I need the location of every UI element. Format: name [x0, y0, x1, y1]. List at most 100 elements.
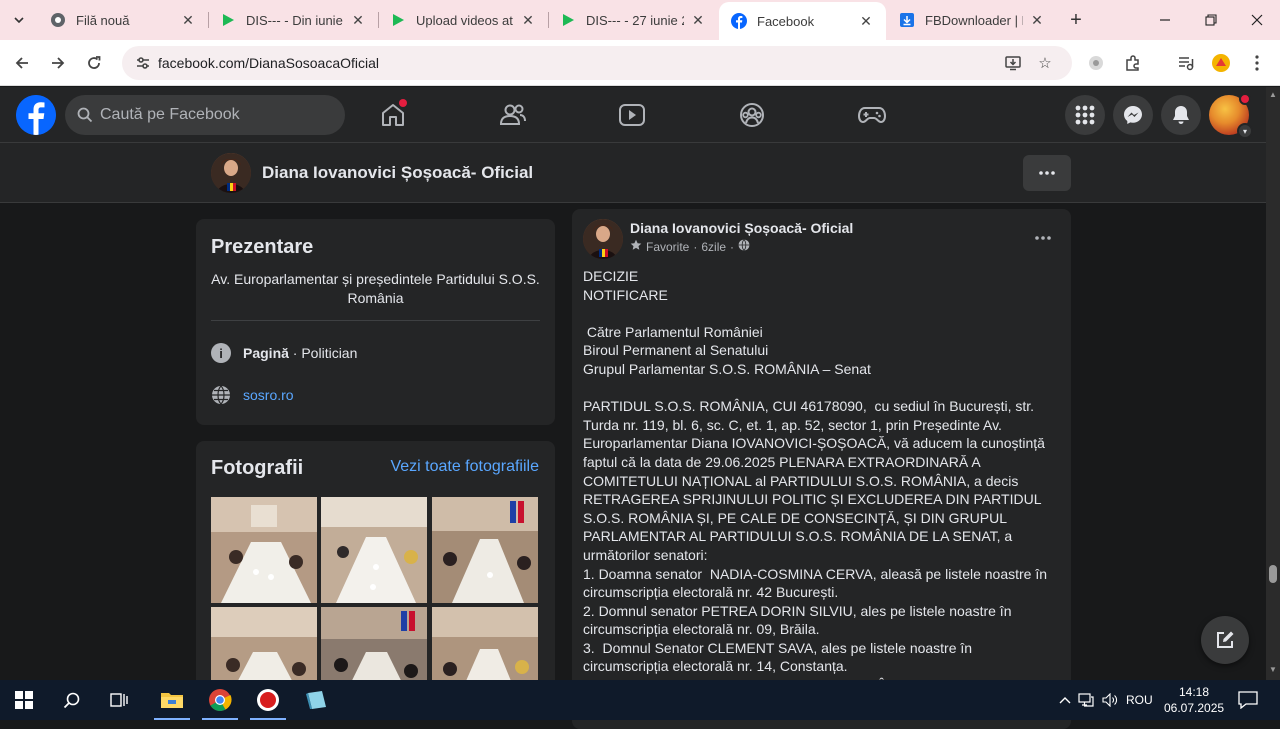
- photo-thumbnail[interactable]: [211, 497, 317, 603]
- network-icon[interactable]: [1074, 693, 1098, 707]
- windows-logo-icon: [15, 691, 33, 709]
- taskbar-file-explorer[interactable]: [148, 680, 196, 720]
- clock-time: 14:18: [1178, 685, 1210, 699]
- account-avatar[interactable]: ▾: [1209, 93, 1253, 139]
- photo-thumbnail[interactable]: [321, 497, 427, 603]
- friends-nav-button[interactable]: [497, 99, 529, 131]
- divider: [211, 320, 540, 321]
- page-header-bar: Diana Iovanovici Șoșoacă- Oficial: [0, 143, 1266, 203]
- post-time[interactable]: 6zile: [701, 240, 726, 254]
- tab-close-button[interactable]: ✕: [690, 12, 706, 29]
- video-nav-button[interactable]: [616, 99, 648, 131]
- page-more-button[interactable]: [1023, 155, 1071, 191]
- tab-new-tab[interactable]: Filă nouă ✕: [38, 0, 208, 40]
- menu-grid-button[interactable]: [1065, 95, 1105, 135]
- reload-icon: [88, 56, 101, 69]
- windows-taskbar: ROU 14:18 06.07.2025: [0, 680, 1280, 720]
- site-info-icon[interactable]: [134, 54, 152, 72]
- tab-close-button[interactable]: ✕: [520, 12, 536, 29]
- post-audience[interactable]: Favorite: [646, 240, 689, 254]
- messenger-button[interactable]: [1113, 95, 1153, 135]
- info-icon: i: [211, 343, 231, 363]
- close-window-button[interactable]: [1234, 6, 1280, 34]
- extension-icon[interactable]: [1085, 52, 1107, 74]
- page-avatar[interactable]: [211, 153, 251, 193]
- notification-badge: [1239, 93, 1251, 105]
- tab-search-button[interactable]: [6, 8, 32, 32]
- search-icon: [63, 692, 80, 709]
- scroll-down-arrow-icon[interactable]: ▼: [1269, 665, 1277, 674]
- groups-nav-button[interactable]: [736, 99, 768, 131]
- facebook-icon: [731, 13, 747, 29]
- globe-icon: [211, 385, 231, 405]
- post-author-name[interactable]: Diana Iovanovici Șoșoacă- Oficial: [630, 220, 853, 236]
- tab-facebook[interactable]: Facebook ✕: [719, 2, 886, 40]
- chrome-icon: [209, 689, 232, 711]
- extensions-puzzle-icon[interactable]: [1122, 52, 1144, 74]
- globe-icon: [738, 239, 750, 254]
- scroll-up-arrow-icon[interactable]: ▲: [1269, 90, 1277, 99]
- taskbar-clock[interactable]: 14:18 06.07.2025: [1164, 684, 1224, 716]
- scrollbar-thumb[interactable]: [1269, 565, 1277, 583]
- taskbar-app[interactable]: [292, 680, 340, 720]
- forward-button[interactable]: [45, 50, 71, 76]
- record-icon: [257, 689, 279, 711]
- tab-close-button[interactable]: ✕: [350, 12, 366, 29]
- intro-card: Prezentare Av. Europarlamentar și președ…: [196, 219, 555, 425]
- install-app-icon[interactable]: [1004, 54, 1022, 72]
- more-horizontal-icon: [1035, 236, 1051, 240]
- chevron-down-icon: [14, 17, 24, 23]
- new-message-button[interactable]: [1201, 616, 1249, 664]
- more-horizontal-icon: [1039, 171, 1055, 175]
- facebook-logo-icon[interactable]: [16, 95, 56, 135]
- star-icon: [630, 239, 642, 254]
- reload-button[interactable]: [81, 50, 107, 76]
- profile-avatar-icon[interactable]: [1210, 52, 1232, 74]
- see-all-photos-link[interactable]: Vezi toate fotografiile: [390, 458, 539, 476]
- task-view-button[interactable]: [96, 680, 144, 720]
- action-center-button[interactable]: [1226, 680, 1270, 720]
- category-value: · Politician: [288, 345, 358, 361]
- media-control-icon[interactable]: [1175, 52, 1197, 74]
- photo-thumbnail[interactable]: [432, 497, 538, 603]
- page-scrollbar[interactable]: ▲ ▼: [1266, 87, 1280, 680]
- post-options-button[interactable]: [1035, 227, 1051, 245]
- gaming-nav-button[interactable]: [856, 99, 888, 131]
- taskbar-recorder[interactable]: [244, 680, 292, 720]
- tab-close-button[interactable]: ✕: [180, 12, 196, 29]
- tab-video-3[interactable]: DIS--- - 27 iunie 20 ✕: [548, 0, 718, 40]
- tab-video-2[interactable]: Upload videos at R ✕: [378, 0, 548, 40]
- input-language[interactable]: ROU: [1126, 693, 1153, 707]
- home-nav-button[interactable]: [377, 99, 409, 131]
- website-link[interactable]: sosro.ro: [243, 387, 294, 403]
- address-bar[interactable]: facebook.com/DianaSosoacaOficial ☆: [122, 46, 1072, 80]
- tab-fbdownloader[interactable]: FBDownloader | Fa ✕: [887, 0, 1057, 40]
- restore-button[interactable]: [1188, 6, 1234, 34]
- tab-video-1[interactable]: DIS--- - Din iunie 2 ✕: [208, 0, 378, 40]
- tab-title: Facebook: [757, 13, 815, 29]
- chrome-menu-icon[interactable]: [1246, 52, 1268, 74]
- taskbar-chrome[interactable]: [196, 680, 244, 720]
- bookmark-star-icon[interactable]: ☆: [1036, 54, 1054, 72]
- tab-strip: Filă nouă ✕ DIS--- - Din iunie 2 ✕ Uploa…: [0, 0, 1280, 40]
- clock-date: 06.07.2025: [1164, 701, 1225, 715]
- back-button[interactable]: [9, 50, 35, 76]
- search-icon: [77, 107, 93, 123]
- facebook-search-input[interactable]: Caută pe Facebook: [65, 95, 345, 135]
- tab-close-button[interactable]: ✕: [858, 13, 874, 30]
- intro-heading: Prezentare: [211, 236, 314, 258]
- minimize-button[interactable]: [1142, 6, 1188, 34]
- url-text: facebook.com/DianaSosoacaOficial: [158, 55, 380, 71]
- notifications-button[interactable]: [1161, 95, 1201, 135]
- groups-icon: [740, 103, 764, 127]
- download-icon: [899, 12, 915, 28]
- chevron-up-icon[interactable]: [1056, 696, 1074, 704]
- tab-close-button[interactable]: ✕: [1029, 12, 1045, 29]
- start-button[interactable]: [0, 680, 48, 720]
- post-author-avatar[interactable]: [583, 219, 623, 259]
- new-tab-button[interactable]: +: [1066, 8, 1086, 32]
- volume-icon[interactable]: [1098, 693, 1122, 707]
- bell-icon: [1173, 106, 1189, 124]
- arrow-left-icon: [15, 57, 28, 69]
- taskbar-search-button[interactable]: [48, 680, 96, 720]
